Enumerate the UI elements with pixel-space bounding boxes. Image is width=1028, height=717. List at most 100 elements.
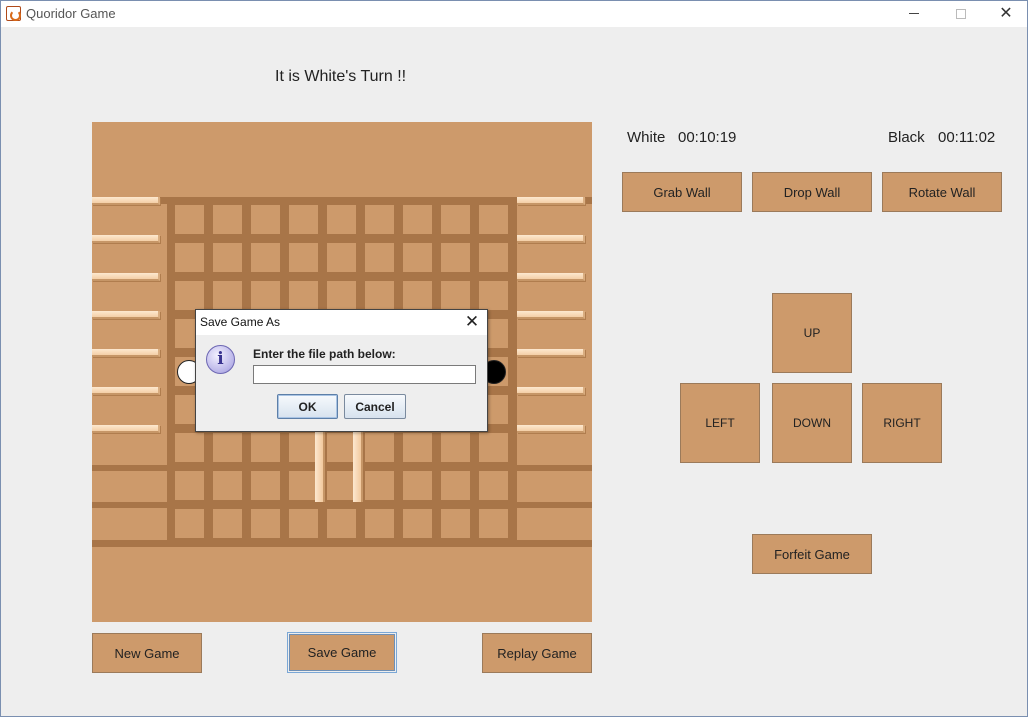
board-cell[interactable] xyxy=(327,471,356,500)
drop-wall-button[interactable]: Drop Wall xyxy=(752,172,872,212)
replay-game-button[interactable]: Replay Game xyxy=(482,633,592,673)
close-button[interactable]: ✕ xyxy=(983,1,1028,27)
board-cell[interactable] xyxy=(441,509,470,538)
rotate-wall-button[interactable]: Rotate Wall xyxy=(882,172,1002,212)
board-cell[interactable] xyxy=(365,433,394,462)
board-cell[interactable] xyxy=(289,471,318,500)
app-window: Quoridor Game ✕ It is White's Turn !! Wh… xyxy=(0,0,1028,717)
board-cell[interactable] xyxy=(479,509,508,538)
board-cell[interactable] xyxy=(213,205,242,234)
board-cell[interactable] xyxy=(251,471,280,500)
board-cell[interactable] xyxy=(289,243,318,272)
dialog-title-bar: Save Game As ✕ xyxy=(196,310,487,335)
placed-wall xyxy=(315,432,325,502)
board-cell[interactable] xyxy=(327,205,356,234)
board-cell[interactable] xyxy=(403,433,432,462)
board-cell[interactable] xyxy=(365,281,394,310)
board-side-slot xyxy=(92,471,167,502)
board-cell[interactable] xyxy=(251,205,280,234)
save-game-button[interactable]: Save Game xyxy=(287,632,397,673)
dialog-close-button[interactable]: ✕ xyxy=(461,312,483,332)
board-cell[interactable] xyxy=(251,281,280,310)
board-cell[interactable] xyxy=(251,509,280,538)
board-cell[interactable] xyxy=(175,205,204,234)
cancel-button[interactable]: Cancel xyxy=(344,394,406,419)
board-cell[interactable] xyxy=(175,243,204,272)
file-path-input[interactable] xyxy=(253,365,476,384)
move-left-button[interactable]: LEFT xyxy=(680,383,760,463)
board-cell[interactable] xyxy=(175,471,204,500)
title-bar: Quoridor Game ✕ xyxy=(1,1,1027,27)
board-cell[interactable] xyxy=(441,471,470,500)
maximize-icon xyxy=(956,8,966,19)
stock-wall-black[interactable] xyxy=(517,197,585,205)
board-cell[interactable] xyxy=(403,509,432,538)
board-cell[interactable] xyxy=(289,281,318,310)
board-cell[interactable] xyxy=(479,471,508,500)
board-cell[interactable] xyxy=(251,243,280,272)
board-cell[interactable] xyxy=(327,433,356,462)
stock-wall-white[interactable] xyxy=(92,311,160,319)
stock-wall-white[interactable] xyxy=(92,197,160,205)
board-side-slot xyxy=(92,508,167,540)
maximize-button[interactable] xyxy=(938,1,984,27)
board-cell[interactable] xyxy=(441,205,470,234)
board-cell[interactable] xyxy=(175,433,204,462)
board-cell[interactable] xyxy=(175,281,204,310)
board-cell[interactable] xyxy=(289,509,318,538)
stock-wall-white[interactable] xyxy=(92,387,160,395)
placed-wall xyxy=(353,432,363,502)
stock-wall-black[interactable] xyxy=(517,349,585,357)
board-cell[interactable] xyxy=(327,243,356,272)
board-cell[interactable] xyxy=(403,281,432,310)
minimize-button[interactable] xyxy=(891,1,937,27)
forfeit-game-button[interactable]: Forfeit Game xyxy=(752,534,872,574)
board-cell[interactable] xyxy=(251,433,280,462)
board-cell[interactable] xyxy=(403,243,432,272)
black-timer: 00:11:02 xyxy=(938,129,996,146)
board-cell[interactable] xyxy=(327,281,356,310)
board-cell[interactable] xyxy=(403,205,432,234)
board-cell[interactable] xyxy=(365,471,394,500)
stock-wall-black[interactable] xyxy=(517,425,585,433)
board-cell[interactable] xyxy=(403,471,432,500)
board-cell[interactable] xyxy=(289,205,318,234)
board-cell[interactable] xyxy=(441,243,470,272)
board-cell[interactable] xyxy=(441,433,470,462)
board-cell[interactable] xyxy=(175,509,204,538)
board-cell[interactable] xyxy=(327,509,356,538)
stock-wall-black[interactable] xyxy=(517,273,585,281)
board-cell[interactable] xyxy=(365,205,394,234)
move-down-button[interactable]: DOWN xyxy=(772,383,852,463)
stock-wall-white[interactable] xyxy=(92,349,160,357)
board-cell[interactable] xyxy=(365,243,394,272)
stock-wall-black[interactable] xyxy=(517,387,585,395)
move-right-button[interactable]: RIGHT xyxy=(862,383,942,463)
stock-wall-white[interactable] xyxy=(92,425,160,433)
dialog-title: Save Game As xyxy=(200,315,281,329)
ok-button[interactable]: OK xyxy=(277,394,338,419)
board-cell[interactable] xyxy=(365,509,394,538)
new-game-button[interactable]: New Game xyxy=(92,633,202,673)
board-cell[interactable] xyxy=(213,433,242,462)
turn-status-label: It is White's Turn !! xyxy=(275,68,407,85)
board-cell[interactable] xyxy=(479,243,508,272)
board-cell[interactable] xyxy=(479,205,508,234)
board-cell[interactable] xyxy=(479,433,508,462)
board-cell[interactable] xyxy=(213,281,242,310)
dialog-message: Enter the file path below: xyxy=(253,347,396,361)
move-up-button[interactable]: UP xyxy=(772,293,852,373)
board-cell[interactable] xyxy=(289,433,318,462)
board-cell[interactable] xyxy=(479,281,508,310)
stock-wall-black[interactable] xyxy=(517,311,585,319)
stock-wall-black[interactable] xyxy=(517,235,585,243)
board-cell[interactable] xyxy=(213,471,242,500)
grab-wall-button[interactable]: Grab Wall xyxy=(622,172,742,212)
white-timer: 00:10:19 xyxy=(678,129,737,146)
board-cell[interactable] xyxy=(441,281,470,310)
stock-wall-white[interactable] xyxy=(92,273,160,281)
board-cell[interactable] xyxy=(213,243,242,272)
stock-wall-white[interactable] xyxy=(92,235,160,243)
board-side-slot xyxy=(517,508,592,540)
board-cell[interactable] xyxy=(213,509,242,538)
